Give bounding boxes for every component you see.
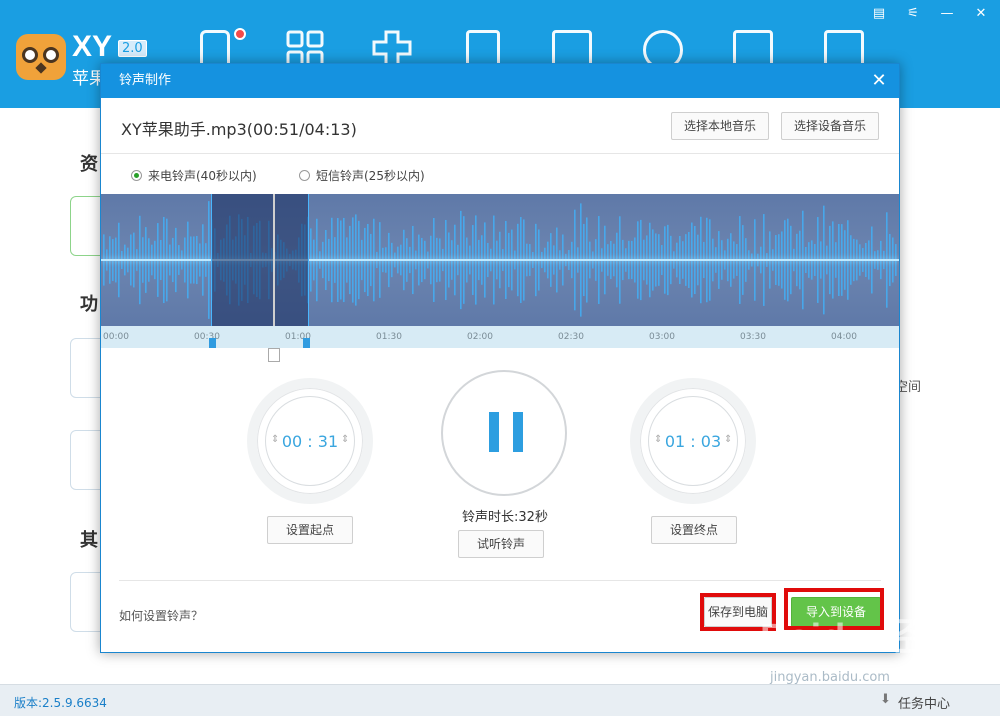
set-end-button[interactable]: 设置终点 — [651, 516, 737, 544]
minimize-icon[interactable]: — — [930, 3, 964, 25]
skin-icon[interactable]: ⚟ — [896, 3, 930, 25]
selection-region[interactable] — [211, 194, 309, 326]
pause-icon — [489, 412, 499, 452]
playhead-thumb[interactable] — [268, 348, 280, 362]
choose-local-music-button[interactable]: 选择本地音乐 — [671, 112, 769, 140]
start-increase-icon[interactable]: ⇕ — [341, 434, 349, 445]
footer-divider — [119, 580, 881, 581]
start-marker-handle[interactable] — [209, 338, 216, 348]
ringtone-maker-dialog: 铃声制作 ✕ XY苹果助手.mp3(00:51/04:13) 选择本地音乐 选择… — [100, 63, 900, 653]
ringtone-type-row: 来电铃声(40秒以内) 短信铃声(25秒以内) — [101, 154, 899, 194]
preview-ringtone-button[interactable]: 试听铃声 — [458, 530, 544, 558]
radio-sms-ringtone[interactable]: 短信铃声(25秒以内) — [299, 167, 425, 184]
menu-icon[interactable]: ▤ — [862, 3, 896, 25]
download-icon: ⬇ — [880, 692, 891, 707]
choose-device-music-button[interactable]: 选择设备音乐 — [781, 112, 879, 140]
baidu-watermark-url: jingyan.baidu.com — [770, 670, 890, 685]
ringtone-duration: 铃声时长:32秒 — [462, 510, 548, 525]
tick-label: 01:30 — [376, 332, 402, 342]
task-center-link[interactable]: 任务中心 — [898, 693, 950, 712]
waveform[interactable] — [101, 194, 899, 326]
tick-label: 04:00 — [831, 332, 857, 342]
notification-dot — [234, 28, 246, 40]
radio-call-ringtone[interactable]: 来电铃声(40秒以内) — [131, 167, 257, 184]
section-title-1: 资 — [80, 154, 98, 175]
window-close-icon[interactable]: ✕ — [964, 3, 998, 25]
start-time-dial[interactable]: ⇕ 00 : 31 ⇕ — [247, 378, 373, 504]
section-title-2: 功 — [80, 294, 98, 315]
owl-logo-icon — [16, 34, 66, 80]
baidu-watermark: Baidu 经验 — [760, 617, 961, 659]
dialog-titlebar: 铃声制作 ✕ — [101, 64, 899, 98]
tick-label: 00:30 — [194, 332, 220, 342]
tick-label: 03:00 — [649, 332, 675, 342]
help-link[interactable]: 如何设置铃声？ — [119, 607, 203, 624]
file-row: XY苹果助手.mp3(00:51/04:13) 选择本地音乐 选择设备音乐 — [101, 98, 899, 154]
set-start-button[interactable]: 设置起点 — [267, 516, 353, 544]
section-title-3: 其 — [80, 530, 98, 551]
tick-label: 02:00 — [467, 332, 493, 342]
brand-version-badge: 2.0 — [118, 40, 147, 57]
pause-button[interactable] — [441, 370, 567, 496]
brand-name: XY — [72, 30, 113, 63]
timeline[interactable]: 00:00 00:30 01:00 01:30 02:00 02:30 03:0… — [101, 326, 899, 348]
dialog-close-icon[interactable]: ✕ — [869, 64, 889, 98]
file-name: XY苹果助手.mp3(00:51/04:13) — [121, 120, 357, 139]
end-marker-handle[interactable] — [303, 338, 310, 348]
end-increase-icon[interactable]: ⇕ — [724, 434, 732, 445]
status-bar: 版本:2.5.9.6634 ⬇ 任务中心 — [0, 684, 1000, 716]
end-time-dial[interactable]: ⇕ 01 : 03 ⇕ — [630, 378, 756, 504]
version-label: 版本:2.5.9.6634 — [14, 696, 107, 710]
tick-label: 02:30 — [558, 332, 584, 342]
tick-label: 03:30 — [740, 332, 766, 342]
tick-label: 00:00 — [103, 332, 129, 342]
dialog-title: 铃声制作 — [119, 73, 172, 88]
